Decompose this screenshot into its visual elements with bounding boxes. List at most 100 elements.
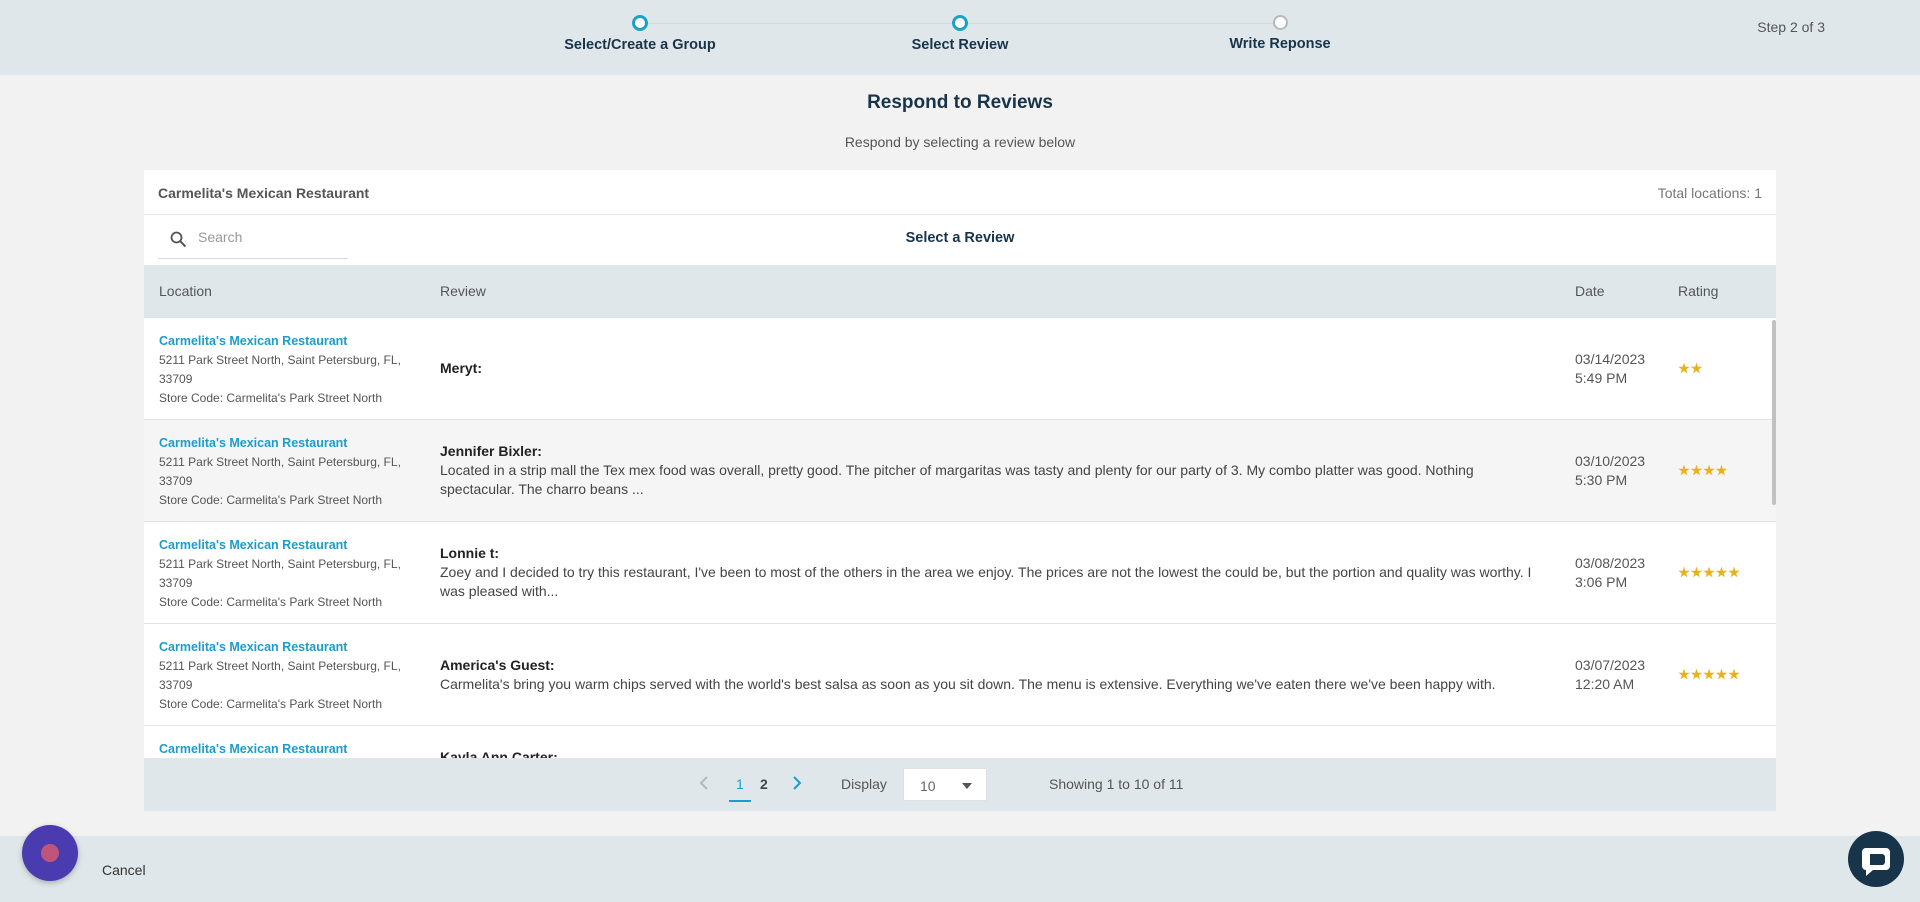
review-text: Zoey and I decided to try this restauran…	[440, 564, 1532, 599]
chat-bubble-icon	[1862, 848, 1890, 876]
rating-stars	[1678, 318, 1703, 419]
step-write-response[interactable]: Write Reponse	[1180, 15, 1380, 52]
page-subtitle: Respond by selecting a review below	[844, 134, 1076, 150]
stepper: Select/Create a Group Select Review Writ…	[0, 0, 1920, 75]
review-cell: America's Guest: Carmelita's bring you w…	[440, 624, 1550, 725]
search-input[interactable]	[198, 229, 338, 245]
step-indicator	[632, 15, 648, 31]
total-locations: Total locations: 1	[1657, 185, 1762, 201]
star-icon	[1715, 464, 1728, 476]
column-header-rating[interactable]: Rating	[1678, 283, 1718, 299]
review-author: Jennifer Bixler:	[440, 443, 542, 459]
location-name-link[interactable]: Carmelita's Mexican Restaurant	[159, 434, 424, 453]
review-date: 03/14/2023	[1575, 350, 1646, 367]
store-code: Store Code: Carmelita's Park Street Nort…	[159, 493, 383, 507]
card-header: Carmelita's Mexican Restaurant Total loc…	[144, 170, 1776, 215]
star-icon	[1690, 362, 1703, 374]
restaurant-name: Carmelita's Mexican Restaurant	[158, 185, 370, 201]
search-row: Select a Review	[144, 215, 1776, 265]
star-icon	[1690, 566, 1703, 578]
select-review-title: Select a Review	[905, 230, 1015, 246]
star-icon	[1728, 668, 1740, 680]
location-address: 5211 Park Street North, Saint Petersburg…	[159, 557, 401, 590]
review-time: 12:20 AM	[1575, 675, 1635, 692]
review-date: 03/07/2023	[1575, 656, 1646, 673]
location-cell: Carmelita's Mexican Restaurant	[159, 740, 424, 758]
review-date: 03/10/2023	[1575, 452, 1646, 469]
display-count-value: 10	[920, 778, 936, 794]
date-cell: 03/14/2023 5:49 PM	[1575, 318, 1645, 419]
location-name-link[interactable]: Carmelita's Mexican Restaurant	[159, 638, 424, 657]
store-code: Store Code: Carmelita's Park Street Nort…	[159, 391, 383, 405]
column-header-location[interactable]: Location	[159, 283, 212, 299]
table-row[interactable]: Carmelita's Mexican Restaurant 5211 Park…	[144, 420, 1776, 522]
display-label: Display	[841, 776, 887, 792]
location-cell: Carmelita's Mexican Restaurant 5211 Park…	[159, 536, 424, 612]
review-author: Meryt:	[440, 360, 483, 376]
review-cell: Meryt:	[440, 318, 1550, 419]
review-author: Kayla Ann Carter:	[440, 749, 558, 758]
rating-stars	[1678, 522, 1741, 623]
location-address: 5211 Park Street North, Saint Petersburg…	[159, 353, 401, 386]
step-indicator	[1272, 15, 1288, 30]
location-cell: Carmelita's Mexican Restaurant 5211 Park…	[159, 638, 424, 714]
star-icon	[1678, 566, 1690, 578]
location-cell: Carmelita's Mexican Restaurant 5211 Park…	[159, 434, 424, 510]
review-text: Carmelita's bring you warm chips served …	[440, 675, 1496, 692]
current-page-indicator	[729, 800, 751, 802]
table-row[interactable]: Carmelita's Mexican Restaurant 5211 Park…	[144, 318, 1776, 420]
star-icon	[1715, 566, 1728, 578]
review-cell: Kayla Ann Carter:	[440, 726, 1550, 758]
star-icon	[1690, 668, 1703, 680]
column-header-date[interactable]: Date	[1575, 283, 1605, 299]
table-row[interactable]: Carmelita's Mexican Restaurant 5211 Park…	[144, 624, 1776, 726]
review-author: Lonnie t:	[440, 545, 500, 561]
review-cell: Jennifer Bixler: Located in a strip mall…	[440, 420, 1550, 521]
showing-summary: Showing 1 to 10 of 11	[1049, 776, 1184, 792]
table-row[interactable]: Carmelita's Mexican Restaurant 5211 Park…	[144, 522, 1776, 624]
review-time: 5:49 PM	[1575, 369, 1628, 386]
star-icon	[1703, 668, 1715, 680]
star-icon	[1703, 566, 1715, 578]
display-count-select[interactable]: 10	[903, 768, 987, 801]
chevron-left-icon[interactable]	[699, 776, 709, 793]
rating-stars	[1678, 420, 1728, 521]
caret-down-icon	[962, 783, 972, 789]
step-select-review[interactable]: Select Review	[860, 15, 1060, 53]
chat-button[interactable]	[1848, 831, 1904, 887]
table-row[interactable]: Carmelita's Mexican Restaurant Kayla Ann…	[144, 726, 1776, 758]
date-cell: 03/07/2023 12:20 AM	[1575, 624, 1645, 725]
location-name-link[interactable]: Carmelita's Mexican Restaurant	[159, 536, 424, 555]
footer-bar: Cancel	[0, 836, 1920, 902]
pagination: 1 2 Display 10 Showing 1 to 10 of 11	[144, 758, 1776, 811]
cancel-button[interactable]: Cancel	[102, 862, 146, 878]
review-text: Located in a strip mall the Tex mex food…	[440, 462, 1474, 497]
review-cell: Lonnie t: Zoey and I decided to try this…	[440, 522, 1550, 623]
app-launcher-button[interactable]	[22, 825, 78, 881]
star-icon	[1715, 668, 1728, 680]
rating-stars	[1678, 624, 1741, 725]
review-date: 03/08/2023	[1575, 554, 1646, 571]
location-name-link[interactable]: Carmelita's Mexican Restaurant	[159, 740, 424, 758]
step-count: Step 2 of 3	[1757, 19, 1825, 35]
reviews-card: Carmelita's Mexican Restaurant Total loc…	[144, 170, 1776, 811]
step-label: Select Review	[911, 37, 1009, 53]
page-1-button[interactable]: 1	[736, 776, 744, 792]
star-icon	[1678, 668, 1690, 680]
search-box[interactable]	[158, 221, 348, 259]
column-header-review[interactable]: Review	[440, 283, 486, 299]
chevron-right-icon[interactable]	[792, 776, 802, 793]
table-header: Location Review Date Rating	[144, 265, 1776, 318]
step-select-create-group[interactable]: Select/Create a Group	[540, 15, 740, 53]
star-icon	[1678, 362, 1690, 374]
table-body: Carmelita's Mexican Restaurant 5211 Park…	[144, 318, 1776, 758]
location-name-link[interactable]: Carmelita's Mexican Restaurant	[159, 332, 424, 351]
date-cell: 03/10/2023 5:30 PM	[1575, 420, 1645, 521]
table-scrollbar[interactable]	[1772, 320, 1776, 505]
star-icon	[1728, 566, 1740, 578]
location-address: 5211 Park Street North, Saint Petersburg…	[159, 455, 401, 488]
search-icon	[170, 231, 187, 253]
step-indicator	[952, 15, 968, 31]
page-2-button[interactable]: 2	[760, 776, 768, 792]
logo-icon	[41, 844, 59, 862]
